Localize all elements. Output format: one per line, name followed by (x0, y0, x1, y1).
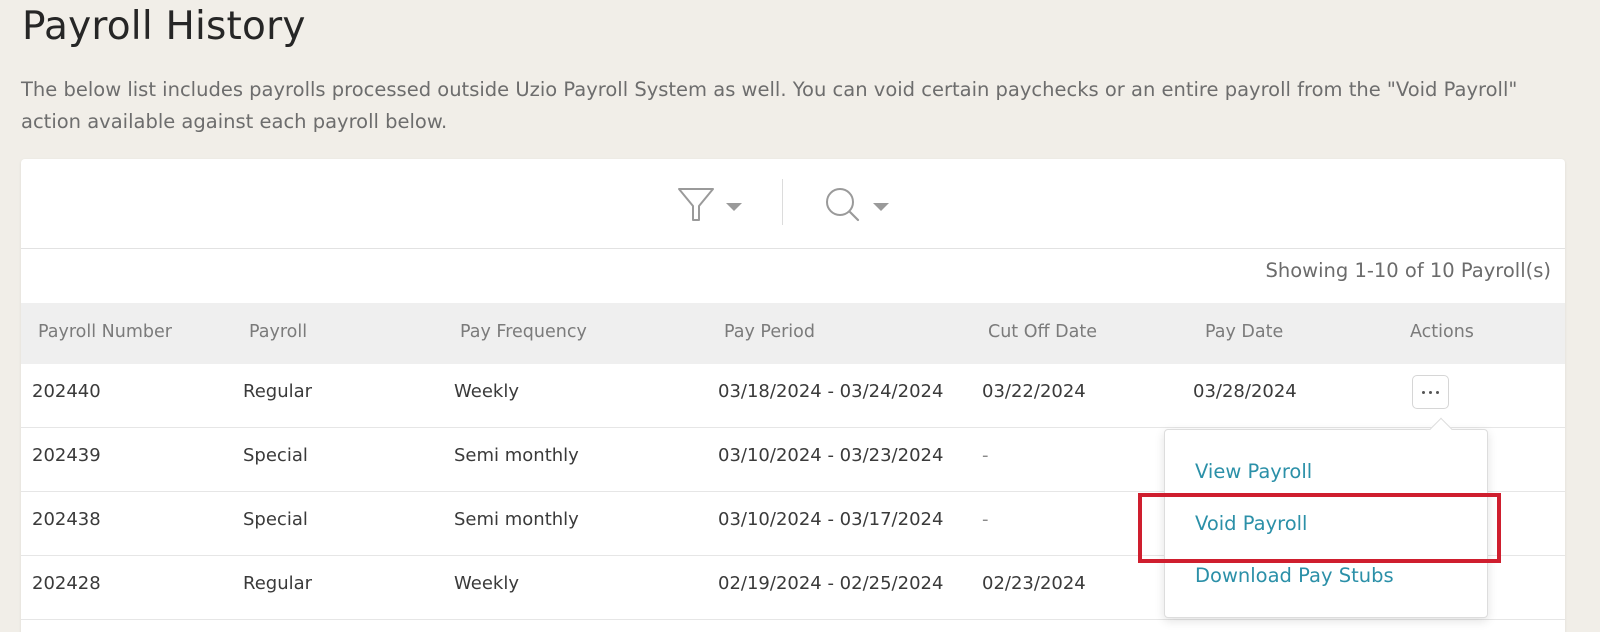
search-dropdown[interactable] (823, 187, 889, 227)
table-row: 202440 Regular Weekly 03/18/2024 - 03/24… (21, 364, 1565, 428)
cut-off-date: - (982, 509, 989, 530)
filter-dropdown[interactable] (676, 187, 742, 227)
payroll-number: 202440 (32, 381, 101, 402)
cut-off-date: 03/22/2024 (982, 381, 1086, 402)
menu-item-download-pay-stubs[interactable]: Download Pay Stubs (1195, 564, 1394, 587)
cut-off-date: - (982, 445, 989, 466)
table-toolbar (21, 159, 1565, 249)
cut-off-date: 02/23/2024 (982, 573, 1086, 594)
table-header: Payroll Number Payroll Pay Frequency Pay… (21, 303, 1565, 364)
pay-frequency: Weekly (454, 573, 519, 594)
payroll-number: 202439 (32, 445, 101, 466)
column-header-payroll-number[interactable]: Payroll Number (38, 322, 172, 342)
payroll-type: Regular (243, 573, 313, 594)
pay-period: 03/18/2024 - 03/24/2024 (718, 381, 944, 402)
more-dots-icon (1422, 390, 1425, 394)
pay-frequency: Semi monthly (454, 509, 579, 530)
column-header-cut-off-date[interactable]: Cut Off Date (988, 322, 1097, 342)
page-description: The below list includes payrolls process… (21, 78, 1518, 133)
payroll-type: Regular (243, 381, 313, 402)
void-payroll-highlight-box (1138, 493, 1501, 563)
menu-item-view-payroll[interactable]: View Payroll (1195, 460, 1312, 483)
more-dots-icon-dot (1429, 390, 1432, 394)
column-header-payroll[interactable]: Payroll (249, 322, 307, 342)
chevron-down-icon (726, 203, 742, 211)
page-title: Payroll History (22, 4, 306, 49)
payroll-number: 202428 (32, 573, 101, 594)
filter-icon (676, 185, 716, 229)
pay-frequency: Semi monthly (454, 445, 579, 466)
pay-period: 02/19/2024 - 02/25/2024 (718, 573, 944, 594)
payroll-type: Special (243, 445, 308, 466)
pay-period: 03/10/2024 - 03/23/2024 (718, 445, 944, 466)
pay-period: 03/10/2024 - 03/17/2024 (718, 509, 944, 530)
pay-date: 03/28/2024 (1193, 381, 1297, 402)
column-header-actions: Actions (1410, 322, 1474, 342)
column-header-pay-frequency[interactable]: Pay Frequency (460, 322, 587, 342)
column-header-pay-date[interactable]: Pay Date (1205, 322, 1283, 342)
payroll-type: Special (243, 509, 308, 530)
chevron-down-icon (873, 203, 889, 211)
more-dots-icon-dot (1436, 390, 1439, 394)
toolbar-divider (782, 179, 783, 225)
actions-menu-button[interactable] (1412, 375, 1449, 409)
results-count: Showing 1-10 of 10 Payroll(s) (1265, 259, 1551, 282)
pay-frequency: Weekly (454, 381, 519, 402)
search-icon (823, 185, 863, 229)
payroll-number: 202438 (32, 509, 101, 530)
column-header-pay-period[interactable]: Pay Period (724, 322, 815, 342)
